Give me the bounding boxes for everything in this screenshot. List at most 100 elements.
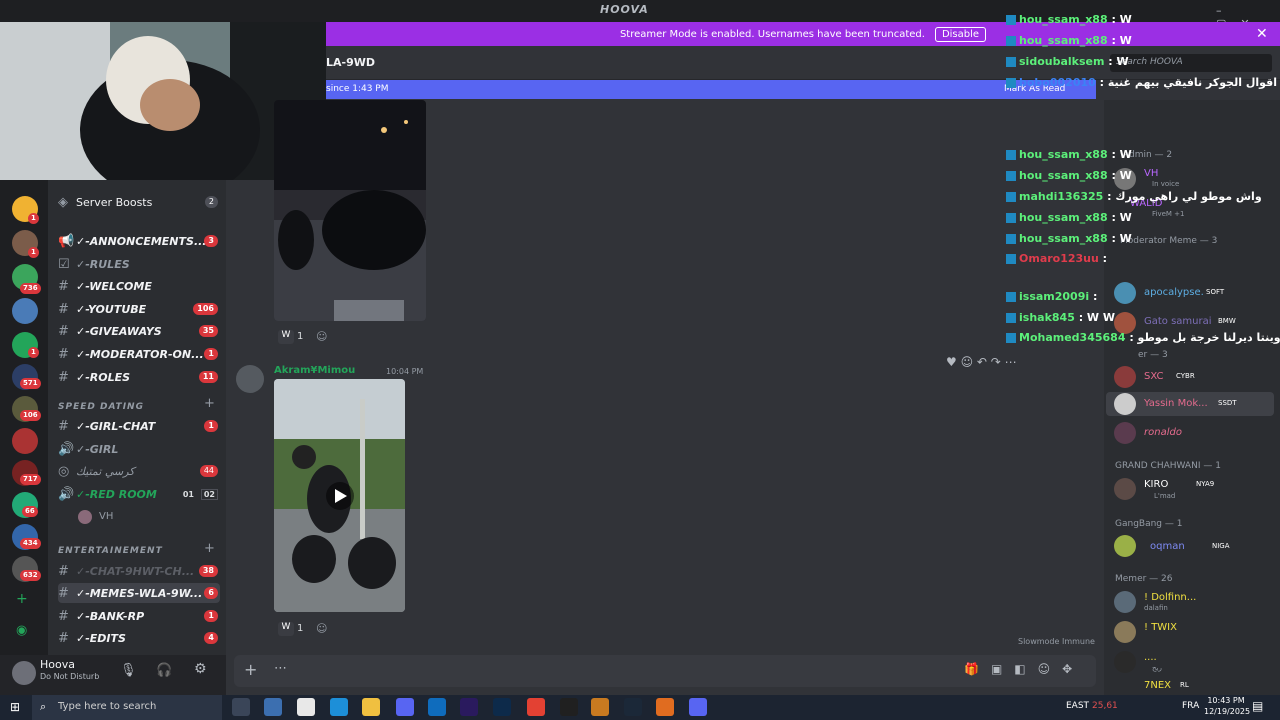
avatar[interactable] (1114, 651, 1136, 673)
composer-tools[interactable]: 🎁▣◧☺✥ (964, 662, 1084, 676)
gear-icon[interactable]: ⚙ (194, 661, 207, 677)
edge-icon[interactable] (330, 698, 348, 716)
channel-item[interactable]: ◎ كرسي تمتيك 44 (58, 461, 220, 481)
channel-item[interactable]: # ✓-CHAT-9HWT-CH... 38 (58, 561, 220, 581)
steam-icon[interactable] (624, 698, 642, 716)
channel-item[interactable]: 🔊 ✓-RED ROOM 01 02 (58, 484, 220, 504)
message-author[interactable]: Akram¥Mimou (274, 365, 355, 376)
member-tag: SOFT (1206, 288, 1225, 296)
store-icon[interactable] (264, 698, 282, 716)
notification-icon[interactable]: ▤ (1252, 699, 1263, 713)
channel-item-active[interactable]: # ✓-MEMES-WLA-9W... 6 (58, 583, 220, 603)
search-input[interactable]: Search HOOVA (1110, 54, 1272, 72)
clock-date[interactable]: 12/19/2025 (1204, 707, 1250, 716)
channel-item[interactable]: # ✓-GIRL-CHAT 1 (58, 416, 220, 436)
member-name[interactable]: VH (1144, 168, 1158, 179)
user-panel: Hoova Do Not Disturb 🎙 🎧 ⚙ (0, 655, 226, 695)
chrome-icon[interactable] (527, 698, 545, 716)
avatar[interactable] (1114, 478, 1136, 500)
explorer-icon[interactable] (362, 698, 380, 716)
add-reaction-icon[interactable]: ☺ (316, 622, 327, 635)
category-entertainment[interactable]: ENTERTAINEMENT (58, 546, 163, 556)
weather-label[interactable]: EAST (1066, 701, 1089, 711)
add-server-icon[interactable]: + (16, 591, 28, 607)
clock-time[interactable]: 10:43 PM (1206, 696, 1246, 705)
member-name[interactable]: SXC (1144, 371, 1163, 382)
add-attachment-icon[interactable]: + (244, 660, 257, 679)
server-icon[interactable] (12, 428, 38, 454)
task-view-icon[interactable] (232, 698, 250, 716)
member-name[interactable]: 7NEX (1144, 680, 1171, 691)
member-name[interactable]: .... (1144, 652, 1157, 663)
avatar[interactable] (1114, 591, 1136, 613)
apps-icon[interactable]: ⋯ (274, 661, 287, 676)
avatar[interactable] (1114, 535, 1136, 557)
member-name[interactable]: Yassin Mok... (1144, 398, 1208, 409)
channel-item[interactable]: 📢 ✓-ANNONCEMENTS... 3 (58, 231, 220, 251)
avatar[interactable] (12, 661, 36, 685)
twitch-badge-icon (1006, 192, 1016, 202)
outlook-icon[interactable] (428, 698, 446, 716)
taskbar-search[interactable]: ⌕ Type here to search (32, 695, 222, 720)
member-name[interactable]: ! TWIX (1144, 622, 1177, 633)
message-image[interactable] (274, 100, 426, 321)
language-indicator[interactable]: FRA (1182, 701, 1199, 711)
channel-item[interactable]: ☑ ✓-RULES (58, 254, 220, 274)
file-icon[interactable] (297, 698, 315, 716)
avatar[interactable] (236, 365, 264, 393)
headphones-icon[interactable]: 🎧 (156, 663, 172, 678)
hash-icon: # (58, 301, 69, 317)
windows-start-icon[interactable]: ⊞ (10, 700, 20, 714)
server-icon[interactable] (12, 298, 38, 324)
channel-item[interactable]: # ✓-YOUTUBE 106 (58, 299, 220, 319)
server-boosts[interactable]: ◈ Server Boosts 2 (58, 192, 220, 212)
chat-separator: : (1098, 252, 1108, 265)
member-name[interactable]: oqman (1150, 541, 1185, 552)
channel-item[interactable]: # ✓-MODERATOR-ON... 1 (58, 344, 220, 364)
channel-item[interactable]: # ✓-EDITS 4 (58, 628, 220, 648)
member-name[interactable]: apocalypse. (1144, 287, 1204, 298)
premiere-icon[interactable] (460, 698, 478, 716)
app-icon[interactable] (656, 698, 674, 716)
message-video[interactable] (274, 379, 405, 612)
voice-user-name[interactable]: VH (99, 511, 113, 522)
new-messages-bar[interactable]: since 1:43 PM Mark As Read (326, 80, 1096, 99)
discover-icon[interactable]: ◉ (16, 623, 27, 638)
message-actions[interactable]: ♥ ☺ ↶ ↷ ⋯ (946, 355, 1017, 369)
avatar[interactable] (1114, 621, 1136, 643)
avatar[interactable] (1114, 422, 1136, 444)
message-time: 10:04 PM (386, 367, 424, 376)
chat-separator: : (1095, 76, 1108, 89)
add-channel-icon[interactable]: + (204, 396, 215, 411)
channel-list: ◈ Server Boosts 2 📢 ✓-ANNONCEMENTS... 3 ☑ ✓… (48, 180, 226, 655)
channel-item[interactable]: # ✓-ROLES 11 (58, 367, 220, 387)
chat-line: bobo002010 : اقوال الجوكر نافيقي بيهم غن… (1006, 76, 1277, 89)
disable-button[interactable]: Disable (934, 26, 987, 42)
message-composer[interactable]: + ⋯ 🎁▣◧☺✥ (234, 655, 1096, 687)
avatar[interactable] (1114, 393, 1136, 415)
channel-item[interactable]: # ✓-BANK-RP 1 (58, 606, 220, 626)
server-badge: 1 (28, 247, 39, 258)
channel-item[interactable]: 🔊 ✓-GIRL (58, 439, 220, 459)
member-name[interactable]: ronaldo (1144, 427, 1182, 438)
obs-icon[interactable] (560, 698, 578, 716)
photoshop-icon[interactable] (493, 698, 511, 716)
member-name[interactable]: ! Dolfinn... (1144, 592, 1196, 603)
reaction-emoji[interactable]: W (278, 622, 294, 636)
add-reaction-icon[interactable]: ☺ (316, 330, 327, 343)
add-channel-icon[interactable]: + (204, 541, 215, 556)
microphone-icon[interactable]: 🎙 (120, 663, 137, 678)
channel-item[interactable]: # ✓-WELCOME (58, 276, 220, 296)
avatar[interactable] (1114, 282, 1136, 304)
reaction-emoji[interactable]: W (278, 330, 294, 344)
channel-item[interactable]: # ✓-GIVEAWAYS 35 (58, 321, 220, 341)
discord-icon[interactable] (689, 698, 707, 716)
category-speed-dating[interactable]: SPEED DATING (58, 402, 144, 412)
avatar[interactable] (1114, 366, 1136, 388)
close-icon[interactable]: ✕ (1256, 26, 1268, 42)
member-tag: BMW (1218, 317, 1236, 325)
member-name[interactable]: Gato samurai (1144, 316, 1212, 327)
member-name[interactable]: KIRO (1144, 479, 1168, 490)
discord-icon[interactable] (396, 698, 414, 716)
app-icon[interactable] (591, 698, 609, 716)
